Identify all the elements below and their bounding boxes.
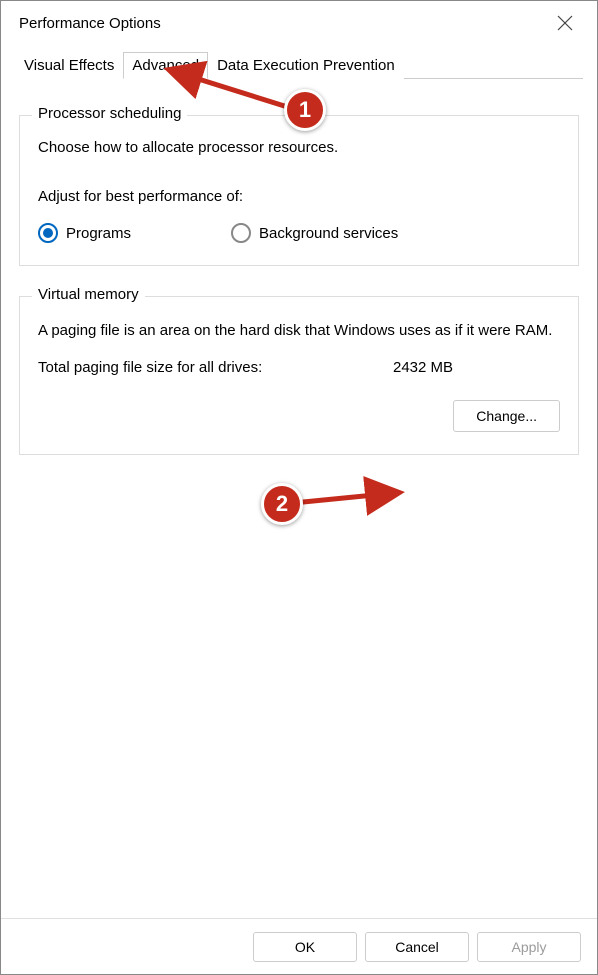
- radio-icon: [231, 223, 251, 243]
- virtual-memory-group: Virtual memory A paging file is an area …: [19, 296, 579, 455]
- tab-content: Processor scheduling Choose how to alloc…: [1, 79, 597, 455]
- close-icon: [557, 15, 573, 31]
- adjust-label: Adjust for best performance of:: [38, 188, 560, 205]
- tab-advanced[interactable]: Advanced: [123, 52, 208, 79]
- apply-button[interactable]: Apply: [477, 932, 581, 962]
- annotation-arrow-2: 2: [269, 481, 429, 544]
- radio-icon: [38, 223, 58, 243]
- total-row: Total paging file size for all drives: 2…: [38, 359, 560, 376]
- radio-background[interactable]: Background services: [231, 223, 398, 243]
- performance-options-dialog: Performance Options Visual Effects Advan…: [0, 0, 598, 975]
- dialog-button-bar: OK Cancel Apply: [1, 918, 597, 974]
- annotation-badge-2: 2: [261, 483, 303, 525]
- radio-programs-label: Programs: [66, 225, 131, 242]
- annotation-num-2: 2: [276, 491, 288, 517]
- radio-background-label: Background services: [259, 225, 398, 242]
- tab-dep[interactable]: Data Execution Prevention: [208, 52, 404, 79]
- change-row: Change...: [38, 400, 560, 432]
- titlebar: Performance Options: [1, 1, 597, 45]
- processor-desc: Choose how to allocate processor resourc…: [38, 139, 560, 156]
- vm-desc: A paging file is an area on the hard dis…: [38, 320, 560, 341]
- change-button[interactable]: Change...: [453, 400, 560, 432]
- window-title: Performance Options: [19, 15, 161, 32]
- tab-visual-effects[interactable]: Visual Effects: [15, 52, 123, 79]
- total-value: 2432 MB: [393, 359, 453, 376]
- radio-programs[interactable]: Programs: [38, 223, 131, 243]
- radio-row: Programs Background services: [38, 223, 560, 243]
- ok-button[interactable]: OK: [253, 932, 357, 962]
- processor-scheduling-group: Processor scheduling Choose how to alloc…: [19, 115, 579, 266]
- close-button[interactable]: [545, 3, 585, 43]
- group-title-vm: Virtual memory: [32, 286, 145, 303]
- total-label: Total paging file size for all drives:: [38, 359, 393, 376]
- tab-strip: Visual Effects Advanced Data Execution P…: [15, 51, 583, 79]
- cancel-button[interactable]: Cancel: [365, 932, 469, 962]
- group-title-processor: Processor scheduling: [32, 105, 187, 122]
